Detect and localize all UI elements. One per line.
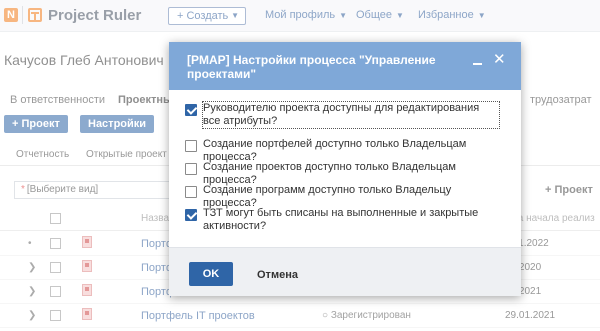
option-programs-owner-only[interactable]: Создание программ доступно только Владел… [185, 184, 503, 209]
close-icon[interactable]: ✕ [493, 50, 506, 68]
option-portfolios-owners-only[interactable]: Создание портфелей доступно только Владе… [185, 138, 503, 163]
option-label: ТЗТ могут быть списаны на выполненные и … [203, 207, 479, 232]
option-checkbox[interactable] [185, 163, 197, 175]
option-pm-edit-attributes[interactable]: Руководителю проекта доступны для редакт… [185, 101, 503, 130]
option-labor-closed-activities[interactable]: ТЗТ могут быть списаны на выполненные и … [185, 207, 503, 235]
settings-dialog: [PMAP] Настройки процесса "Управление пр… [169, 42, 521, 296]
option-checkbox[interactable] [185, 104, 197, 116]
option-label: Руководителю проекта доступны для редакт… [202, 101, 500, 129]
dialog-title: [PMAP] Настройки процесса "Управление пр… [187, 53, 436, 81]
option-checkbox[interactable] [185, 186, 197, 198]
ok-button[interactable]: OK [189, 262, 233, 286]
cancel-button[interactable]: Отмена [257, 269, 298, 281]
option-checkbox[interactable] [185, 140, 197, 152]
dialog-header: [PMAP] Настройки процесса "Управление пр… [169, 42, 521, 90]
dialog-footer: OK Отмена [169, 247, 521, 296]
minimize-icon[interactable] [473, 52, 483, 66]
option-projects-owners-only[interactable]: Создание проектов доступно только Владел… [185, 161, 503, 186]
option-checkbox[interactable] [185, 209, 197, 221]
